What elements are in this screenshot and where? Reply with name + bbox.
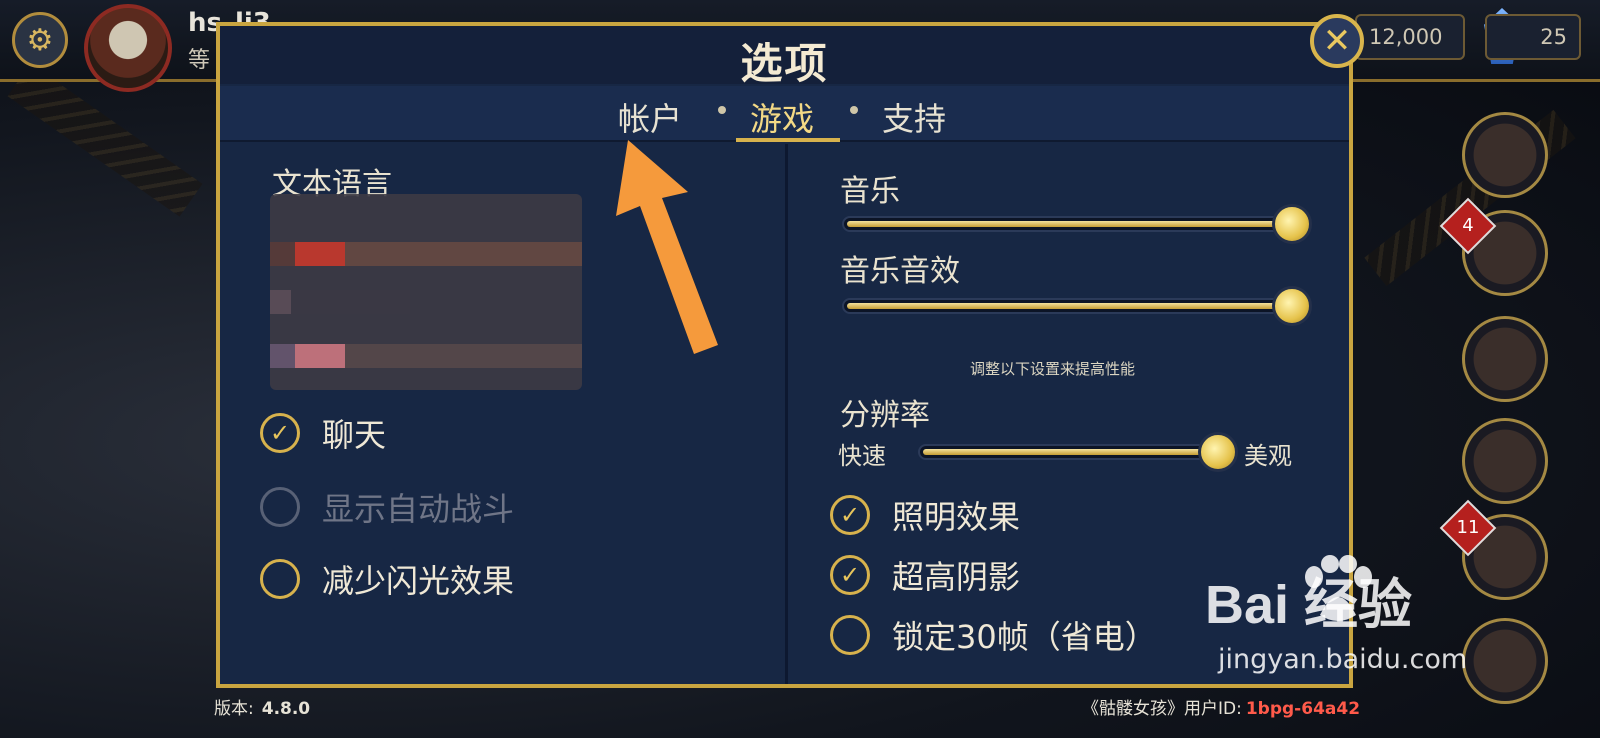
tab-game[interactable]: 游戏 xyxy=(750,94,814,140)
music-slider-fill xyxy=(847,221,1287,227)
version-info: 版本: 4.8.0 xyxy=(214,694,310,719)
ultra-shadows-label: 超高阴影 xyxy=(892,558,1021,596)
empty-circle-icon xyxy=(260,559,300,599)
checkmark-icon: ✓ xyxy=(830,495,870,535)
resolution-slider-fill xyxy=(923,449,1213,455)
resolution-min-label: 快速 xyxy=(838,442,886,470)
chat-label: 聊天 xyxy=(322,416,387,454)
version-number: 4.8.0 xyxy=(261,699,311,719)
coin-count: 12,000 xyxy=(1369,25,1443,49)
close-icon: ✕ xyxy=(1322,21,1352,61)
annotation-arrow-icon xyxy=(616,140,718,354)
music-slider-knob[interactable] xyxy=(1272,204,1312,244)
column-divider xyxy=(785,144,788,684)
dialog-title: 选项 xyxy=(740,39,829,88)
gem-counter[interactable]: 25 xyxy=(1485,14,1581,60)
tab-separator xyxy=(718,106,726,114)
checkmark-icon: ✓ xyxy=(830,555,870,595)
lock-30fps-label: 锁定30帧（省电） xyxy=(892,618,1157,656)
performance-hint: 调整以下设置来提高性能 xyxy=(970,360,1136,378)
resolution-label: 分辨率 xyxy=(840,398,930,433)
empty-circle-icon xyxy=(260,487,300,527)
lock-30fps-checkbox[interactable]: 锁定30帧（省电） xyxy=(830,612,1157,658)
settings-gear-icon[interactable]: ⚙ xyxy=(12,12,68,68)
side-character-icon[interactable] xyxy=(1462,112,1548,198)
active-tab-underline xyxy=(736,138,840,142)
language-list-pixelated[interactable] xyxy=(270,194,582,390)
lighting-label: 照明效果 xyxy=(892,498,1021,536)
resolution-max-label: 美观 xyxy=(1244,442,1292,470)
chat-checkbox[interactable]: ✓ 聊天 xyxy=(260,410,386,456)
user-id-value: 1bpg-64a42 xyxy=(1245,699,1361,719)
vault-icon[interactable] xyxy=(1462,418,1548,504)
resolution-slider-knob[interactable] xyxy=(1198,432,1238,472)
player-level-label: 等 xyxy=(188,48,211,73)
user-id-info: 《骷髅女孩》用户ID: 1bpg-64a42 xyxy=(1082,694,1360,719)
reduce-flash-label: 减少闪光效果 xyxy=(322,562,515,600)
show-auto-battle-checkbox[interactable]: 显示自动战斗 xyxy=(260,484,514,530)
tab-separator xyxy=(850,106,858,114)
tab-account[interactable]: 帐户 xyxy=(618,94,682,140)
coin-counter[interactable]: 12,000 xyxy=(1355,14,1465,60)
gem-count: 25 xyxy=(1540,25,1567,49)
close-dialog-button[interactable]: ✕ xyxy=(1310,14,1364,68)
tab-support[interactable]: 支持 xyxy=(882,94,946,140)
dialog-header: 选项 xyxy=(220,26,1349,88)
options-dialog: 选项 帐户 游戏 支持 文本语言 ✓ 聊天 显示自动战斗 减少闪光效果 音乐 音… xyxy=(216,22,1353,688)
reduce-flash-checkbox[interactable]: 减少闪光效果 xyxy=(260,556,514,602)
sfx-slider[interactable] xyxy=(842,298,1292,314)
sfx-label: 音乐音效 xyxy=(840,254,960,289)
ultra-shadows-checkbox[interactable]: ✓ 超高阴影 xyxy=(830,552,1020,598)
music-slider[interactable] xyxy=(842,216,1292,232)
version-label: 版本: xyxy=(214,699,254,719)
lighting-checkbox[interactable]: ✓ 照明效果 xyxy=(830,492,1020,538)
sfx-slider-fill xyxy=(847,303,1287,309)
show-auto-battle-label: 显示自动战斗 xyxy=(322,490,515,528)
baidu-watermark-url: jingyan.baidu.com xyxy=(1218,644,1468,675)
player-avatar[interactable] xyxy=(84,4,172,92)
baidu-watermark-logo: Bai 经验 xyxy=(1205,575,1413,635)
checkmark-icon: ✓ xyxy=(260,413,300,453)
side-character-icon[interactable] xyxy=(1462,316,1548,402)
sfx-slider-knob[interactable] xyxy=(1272,286,1312,326)
user-id-label: 《骷髅女孩》用户ID: xyxy=(1082,699,1242,719)
empty-circle-icon xyxy=(830,615,870,655)
side-character-icon[interactable] xyxy=(1462,618,1548,704)
resolution-slider[interactable] xyxy=(918,444,1218,460)
tab-bar: 帐户 游戏 支持 xyxy=(220,86,1349,142)
music-label: 音乐 xyxy=(840,174,900,209)
